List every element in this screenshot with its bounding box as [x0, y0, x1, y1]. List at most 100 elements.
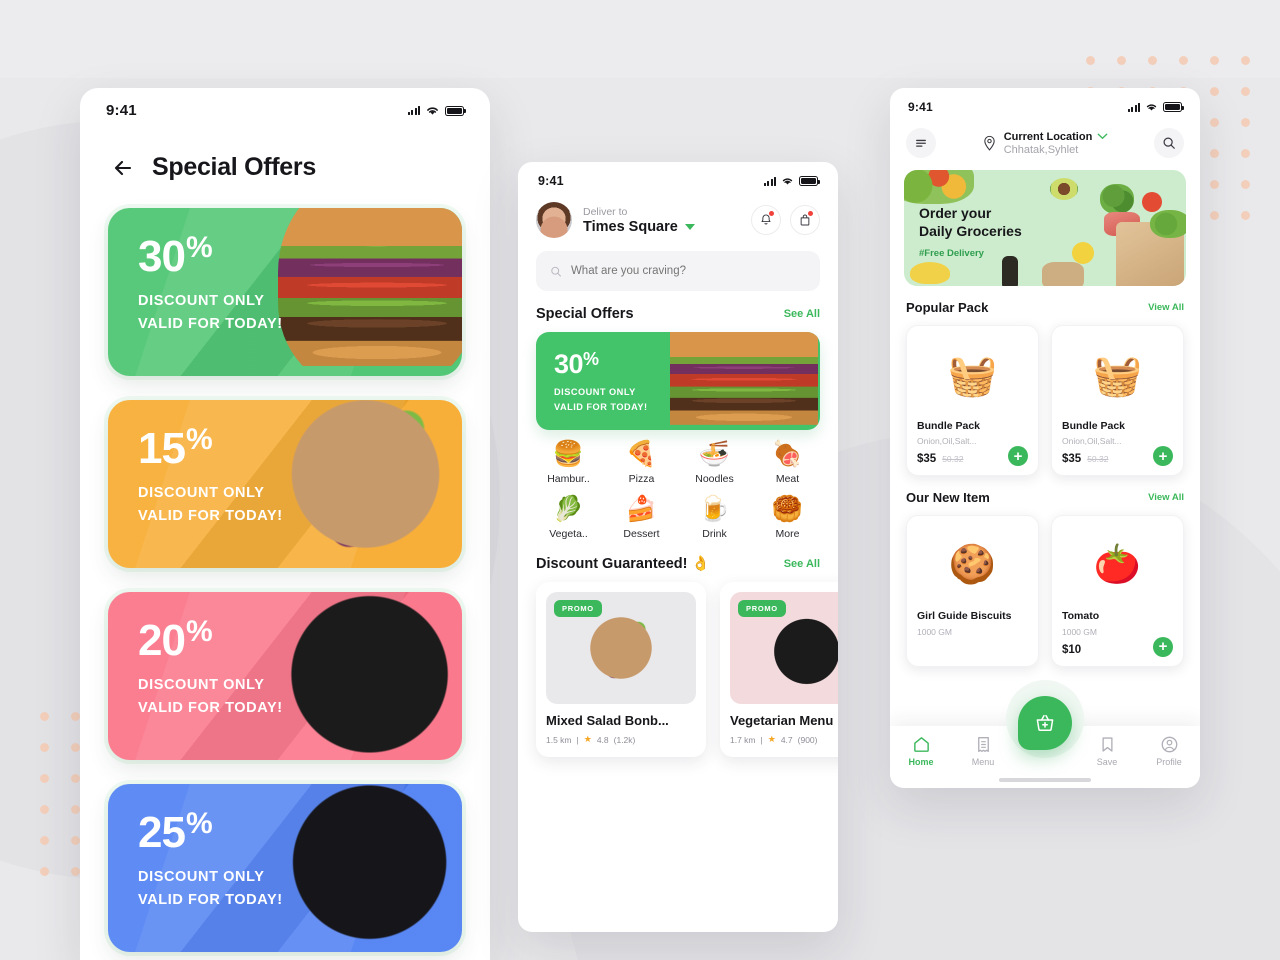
- poke-bowl-photo: [762, 605, 838, 691]
- product-card[interactable]: 🍅 Tomato 1000 GM $10 +: [1051, 515, 1184, 667]
- discount-title-text: Discount Guaranteed!: [536, 556, 688, 572]
- arrow-left-icon[interactable]: [110, 155, 136, 181]
- notification-badge: [769, 211, 774, 216]
- deal-card[interactable]: PROMO Vegetarian Menu 1.7 km | ★ 4.7 (90…: [720, 582, 838, 757]
- product-card[interactable]: 🍪 Girl Guide Biscuits 1000 GM: [906, 515, 1039, 667]
- nav-item-menu[interactable]: Menu: [957, 735, 1009, 767]
- category-dessert[interactable]: 🍰 Dessert: [605, 497, 678, 541]
- deal-meta: 1.7 km | ★ 4.7 (900): [730, 734, 838, 745]
- nav-item-profile[interactable]: Profile: [1143, 735, 1195, 767]
- category-drink[interactable]: 🍺 Drink: [678, 497, 751, 541]
- cart-button[interactable]: [790, 205, 820, 235]
- special-offers-header: Special Offers See All: [518, 291, 838, 322]
- nav-item-home[interactable]: Home: [895, 735, 947, 767]
- nav-item-save[interactable]: Save: [1081, 735, 1133, 767]
- product-card[interactable]: 🧺 Bundle Pack Onion,Oil,Salt... $35 50.3…: [906, 325, 1039, 477]
- tomato-icon: 🍅: [1093, 544, 1142, 587]
- deal-meta: 1.5 km | ★ 4.8 (1.2k): [546, 734, 696, 745]
- deal-image: PROMO: [730, 592, 838, 704]
- view-all-link[interactable]: View All: [1148, 492, 1184, 503]
- status-time: 9:41: [106, 102, 137, 119]
- offer-card[interactable]: 25% DISCOUNT ONLY VALID FOR TODAY!: [108, 784, 462, 952]
- promo-badge: PROMO: [554, 600, 602, 617]
- product-old-price: 50.32: [1087, 454, 1109, 465]
- notifications-button[interactable]: [751, 205, 781, 235]
- deal-name: Vegetarian Menu: [730, 713, 834, 728]
- battery-icon: [445, 105, 466, 116]
- category-hamburger[interactable]: 🍔 Hambur..: [532, 442, 605, 486]
- deal-rating: 4.8: [596, 734, 609, 745]
- location-selector[interactable]: Current Location Chhatak,Syhlet: [946, 131, 1144, 156]
- basket-icon: 🧺: [947, 353, 998, 398]
- category-more[interactable]: 🥮 More: [751, 497, 824, 541]
- category-vegetable[interactable]: 🥬 Vegeta..: [532, 497, 605, 541]
- grocery-banner[interactable]: Order your Daily Groceries #Free Deliver…: [904, 170, 1186, 286]
- category-label: Noodles: [695, 473, 734, 485]
- promo-card[interactable]: 30% DISCOUNT ONLY VALID FOR TODAY!: [536, 332, 820, 430]
- status-icons: [407, 105, 466, 116]
- offer-line-2: VALID FOR TODAY!: [138, 699, 283, 716]
- hamburger-menu-icon: [916, 139, 926, 147]
- see-all-link[interactable]: See All: [784, 308, 820, 320]
- deliver-address[interactable]: Times Square: [583, 219, 742, 235]
- status-icons: [763, 176, 820, 186]
- search-input[interactable]: [570, 265, 806, 277]
- see-all-link[interactable]: See All: [784, 558, 820, 570]
- search-button[interactable]: [1154, 128, 1184, 158]
- add-basket-fab[interactable]: [1018, 696, 1072, 750]
- avatar[interactable]: [536, 202, 572, 238]
- deal-name: Mixed Salad Bonb...: [546, 713, 669, 728]
- new-item-list: 🍪 Girl Guide Biscuits 1000 GM 🍅 Tomato 1…: [890, 505, 1200, 667]
- product-name: Girl Guide Biscuits: [917, 610, 1012, 623]
- category-label: Meat: [775, 473, 800, 485]
- basket-add-icon: [1036, 714, 1054, 731]
- signal-icon: [763, 176, 776, 186]
- offer-subtitle: DISCOUNT ONLY VALID FOR TODAY!: [138, 482, 462, 527]
- category-meat[interactable]: 🍖 Meat: [751, 442, 824, 486]
- add-to-cart-button[interactable]: +: [1153, 636, 1173, 657]
- category-label: More: [775, 528, 800, 540]
- battery-icon: [1163, 102, 1184, 112]
- offer-line-1: DISCOUNT ONLY: [138, 869, 265, 886]
- offer-card[interactable]: 15% DISCOUNT ONLY VALID FOR TODAY!: [108, 400, 462, 568]
- noodles-icon: 🍜: [698, 440, 731, 468]
- deliver-row: Deliver to Times Square: [518, 188, 838, 238]
- star-icon: ★: [583, 734, 592, 744]
- product-image: 🍅: [1062, 526, 1173, 604]
- section-title: Discount Guaranteed! 👌: [536, 555, 710, 572]
- phone-special-offers: 9:41 Special Offers 30% DISCOUNT ONLY VA…: [80, 88, 490, 960]
- offer-card[interactable]: 30% DISCOUNT ONLY VALID FOR TODAY!: [108, 208, 462, 376]
- category-label: Hambur..: [547, 473, 590, 485]
- signal-icon: [407, 106, 420, 115]
- offer-line-1: DISCOUNT ONLY: [138, 485, 265, 502]
- bookmark-icon: [1101, 737, 1113, 752]
- background-top-band: [0, 0, 1280, 78]
- banner-line-1: Order your: [919, 205, 992, 221]
- product-name: Bundle Pack: [1062, 420, 1126, 432]
- view-all-link[interactable]: View All: [1148, 302, 1184, 313]
- category-noodles[interactable]: 🍜 Noodles: [678, 440, 751, 486]
- category-pizza[interactable]: 🍕 Pizza: [605, 442, 678, 486]
- banner-banana: [910, 262, 950, 284]
- status-icons: [1127, 102, 1184, 112]
- search-bar[interactable]: [536, 251, 820, 291]
- product-card[interactable]: 🧺 Bundle Pack Onion,Oil,Salt... $35 50.3…: [1051, 325, 1184, 477]
- new-item-header: Our New Item View All: [890, 476, 1200, 505]
- product-desc: 1000 GM: [1062, 626, 1097, 637]
- offer-card[interactable]: 20% DISCOUNT ONLY VALID FOR TODAY!: [108, 592, 462, 760]
- banner-lemon: [1072, 242, 1094, 264]
- promo-copy: 30% DISCOUNT ONLY VALID FOR TODAY!: [536, 332, 820, 414]
- category-label: Drink: [702, 528, 727, 540]
- deal-card[interactable]: PROMO Mixed Salad Bonb... 1.5 km | ★ 4.8…: [536, 582, 706, 757]
- deal-distance: 1.5 km: [546, 734, 572, 745]
- deal-reviews: (1.2k): [613, 734, 636, 745]
- offer-line-2: VALID FOR TODAY!: [138, 891, 283, 908]
- banner-avocado: [1050, 178, 1078, 200]
- user-circle-icon: [1161, 736, 1177, 753]
- search-icon: [1163, 137, 1175, 149]
- location-value: Chhatak,Syhlet: [1003, 143, 1079, 156]
- menu-button[interactable]: [906, 128, 936, 158]
- offer-percent: 15%: [138, 423, 213, 473]
- nav-label: Home: [908, 757, 934, 767]
- home-indicator: [999, 778, 1091, 782]
